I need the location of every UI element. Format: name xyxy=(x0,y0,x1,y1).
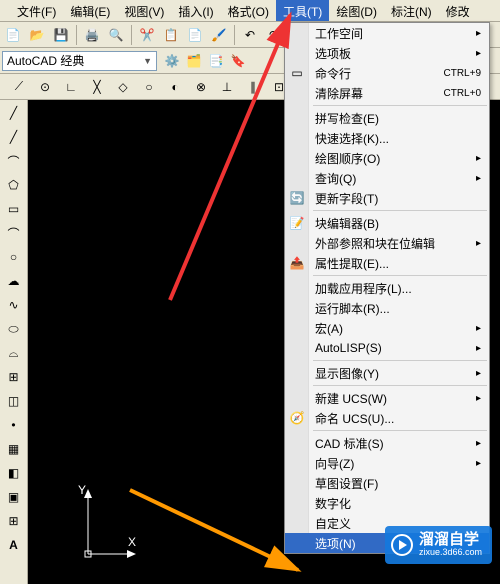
annotation-arrow-orange xyxy=(0,0,500,584)
watermark-url: zixue.3d66.com xyxy=(419,548,482,558)
watermark-title: 溜溜自学 xyxy=(419,532,482,549)
play-icon xyxy=(391,534,413,556)
watermark: 溜溜自学 zixue.3d66.com xyxy=(385,526,492,564)
